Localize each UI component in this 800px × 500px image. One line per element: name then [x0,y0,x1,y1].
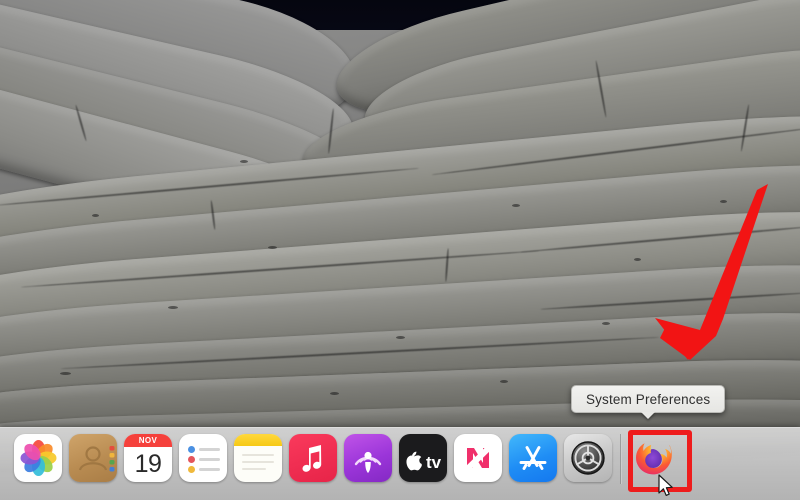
dock-item-calendar[interactable]: NOV 19 [124,434,172,482]
dock-item-reminders[interactable] [179,434,227,482]
dock-item-firefox[interactable] [630,434,678,491]
app-store-icon [509,434,557,482]
podcasts-icon [344,434,392,482]
dock-item-appstore[interactable] [509,434,557,482]
dock-item-list: NOV 19 tv [0,434,612,482]
gear-icon [564,434,612,482]
dock-item-system-preferences[interactable] [564,434,612,482]
calendar-day-label: 19 [134,449,162,478]
calendar-icon: NOV 19 [124,434,172,482]
desktop-wallpaper [0,0,800,500]
dock-separator [620,434,622,484]
apple-tv-icon: tv [399,434,447,482]
dock-item-podcasts[interactable] [344,434,392,482]
photos-icon [14,434,62,482]
contacts-icon [69,434,117,482]
music-icon [289,434,337,482]
dock-item-photos[interactable] [14,434,62,482]
app-running-indicator [652,487,656,491]
desktop-screen: System Preferences NOV 19 tv [0,0,800,500]
svg-text:tv: tv [426,453,442,472]
dock-item-music[interactable] [289,434,337,482]
firefox-icon [630,434,678,482]
dock-tooltip: System Preferences [571,385,726,419]
reminders-icon [179,434,227,482]
dock-trailing-list [630,434,678,491]
dock[interactable]: NOV 19 tv [0,427,800,500]
notes-icon [234,434,282,482]
dock-item-appletv[interactable]: tv [399,434,447,482]
tooltip-tail-icon [641,412,656,419]
dock-tooltip-label: System Preferences [586,391,711,407]
news-icon [454,434,502,482]
dock-item-news[interactable] [454,434,502,482]
dock-item-contacts[interactable] [69,434,117,482]
dock-item-notes[interactable] [234,434,282,482]
